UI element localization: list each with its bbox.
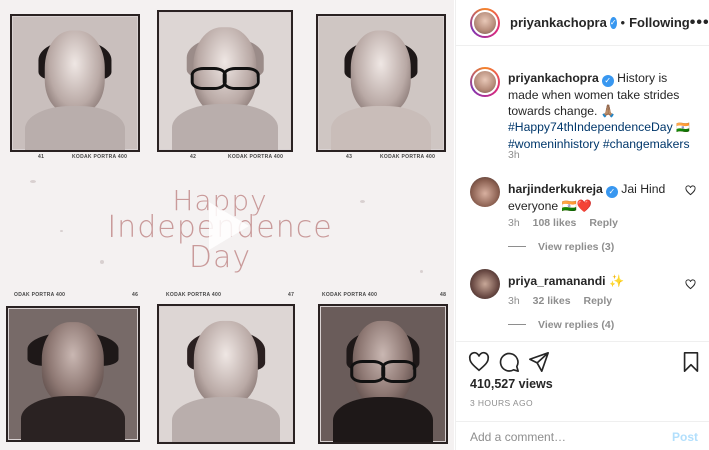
portrait-photo-6 [318,304,448,444]
film-label: 42 [190,154,197,160]
post-actions: 410,527 views 3 HOURS AGO Post [456,341,709,450]
post-sidebar: priyankachopra ✓ • Following ••• priyank… [455,0,709,450]
film-label: 46 [132,292,139,298]
avatar[interactable] [470,177,500,207]
more-options-icon[interactable]: ••• [690,14,709,32]
comment-username[interactable]: harjinderkukreja [508,182,603,196]
film-label: 48 [440,292,447,298]
verified-badge-icon: ✓ [609,16,617,29]
view-replies-label: View replies (3) [538,241,615,253]
portrait-photo-5 [157,304,295,444]
film-label: KODAK PORTRA 400 [72,154,128,160]
post-video[interactable]: 41 KODAK PORTRA 400 42 KODAK PORTRA 400 … [0,0,454,450]
verified-badge-icon: ✓ [605,186,618,198]
comment-bubble-icon[interactable] [498,351,520,373]
comment-text: ✨ [608,274,625,288]
portrait-photo-3 [316,14,446,152]
film-label: KODAK PORTRA 400 [166,292,222,298]
caption-username[interactable]: priyankachopra [508,71,599,85]
add-comment-bar: Post [456,421,709,450]
film-label: 47 [288,292,295,298]
like-comment-heart-icon[interactable] [685,279,696,290]
view-replies-button[interactable]: View replies (3) [508,241,614,253]
avatar[interactable] [470,269,500,299]
view-replies-label: View replies (4) [538,319,615,331]
like-comment-heart-icon[interactable] [685,185,696,196]
post-timestamp[interactable]: 3 HOURS AGO [470,398,533,408]
film-label: ODAK PORTRA 400 [14,292,66,298]
comment-item: harjinderkukreja ✓ Jai Hind everyone 🇮🇳❤️… [470,177,696,259]
portrait-photo-4 [6,306,140,442]
save-bookmark-icon[interactable] [680,351,702,373]
comment-likes[interactable]: 32 likes [533,295,571,307]
film-label: 43 [346,154,353,160]
reply-button[interactable]: Reply [583,295,612,307]
film-label: KODAK PORTRA 400 [322,292,378,298]
post-header: priyankachopra ✓ • Following ••• [456,0,709,46]
play-icon[interactable] [205,200,251,252]
comment-age: 3h [508,217,520,229]
add-comment-input[interactable] [470,430,650,444]
view-count[interactable]: 410,527 views [470,377,553,391]
comment-likes[interactable]: 108 likes [533,217,577,229]
view-replies-button[interactable]: View replies (4) [508,319,614,331]
like-heart-icon[interactable] [468,351,490,373]
film-label: KODAK PORTRA 400 [380,154,436,160]
caption-age: 3h [508,149,520,161]
caption: priyankachopra ✓ History is made when wom… [470,67,696,177]
share-paper-plane-icon[interactable] [528,351,550,373]
avatar[interactable] [470,67,500,97]
avatar[interactable] [470,7,500,38]
hashtag-link[interactable]: #Happy74thIndependenceDay [508,120,673,134]
comment-age: 3h [508,295,520,307]
film-label: 41 [38,154,45,160]
separator-dot: • [620,15,626,30]
header-username[interactable]: priyankachopra [510,15,607,30]
reply-button[interactable]: Reply [589,217,618,229]
comments-list[interactable]: priyankachopra ✓ History is made when wom… [456,47,709,340]
hashtag-link[interactable]: #womeninhistory #changemakers [508,137,690,151]
verified-badge-icon: ✓ [601,75,614,87]
post-comment-button[interactable]: Post [672,430,698,444]
comment-username[interactable]: priya_ramanandi [508,274,606,288]
flag-emoji: 🇮🇳 [676,122,690,134]
portrait-photo-2 [157,10,293,152]
film-label: KODAK PORTRA 400 [228,154,284,160]
portrait-photo-1 [10,14,140,152]
comment-item: priya_ramanandi ✨ 3h 32 likes Reply View… [470,269,696,340]
following-button[interactable]: Following [629,15,690,30]
